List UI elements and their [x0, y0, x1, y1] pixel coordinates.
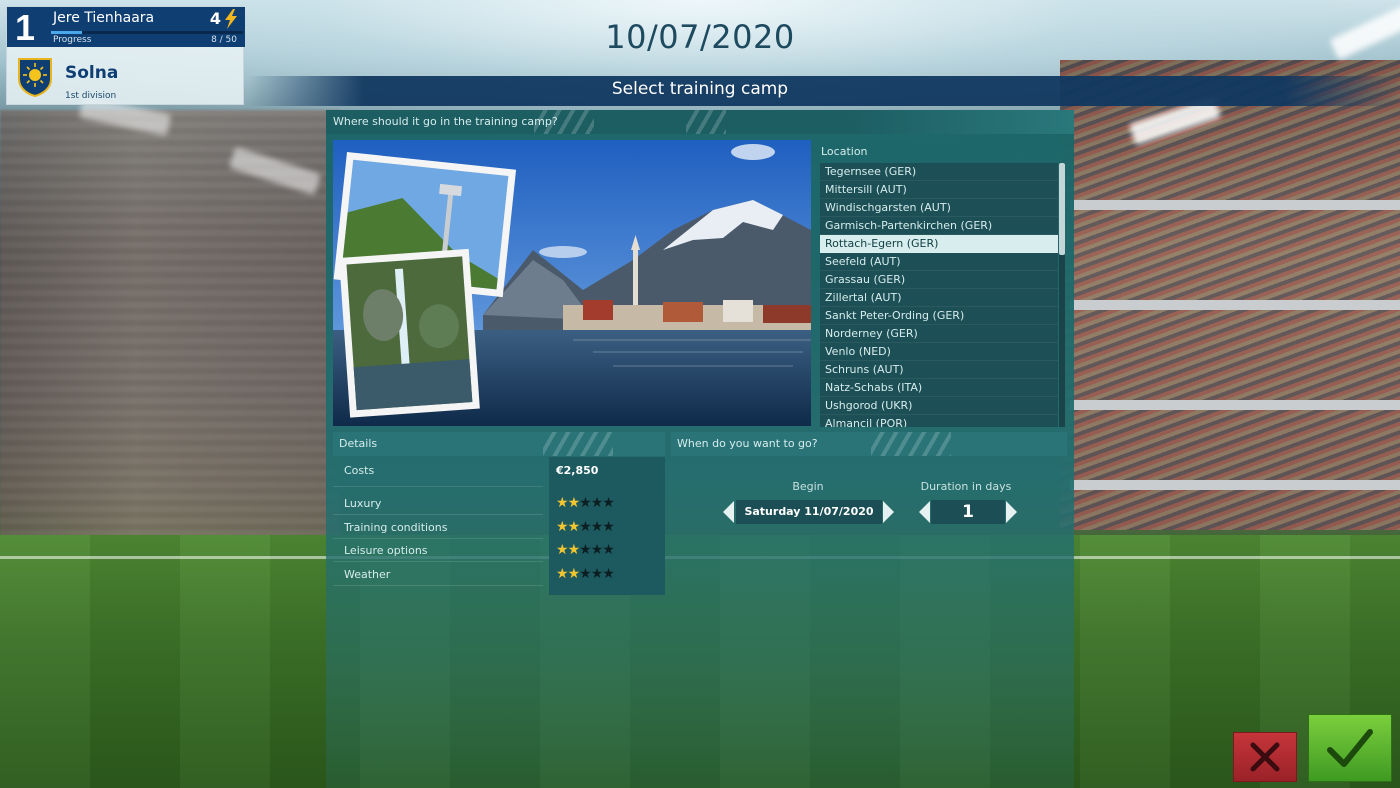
location-item[interactable]: Rottach-Egern (GER) [820, 235, 1058, 253]
duration-picker: 1 [919, 500, 1017, 524]
header-stripes [686, 110, 726, 134]
location-item[interactable]: Natz-Schabs (ITA) [820, 379, 1058, 397]
detail-row-rating: Luxury [333, 493, 543, 515]
costs-value: €2,850 [556, 464, 599, 477]
location-scrollbar[interactable] [1059, 163, 1065, 427]
duration-decrease-arrow-icon[interactable] [919, 501, 930, 523]
star-filled-icon: ★ [556, 542, 569, 558]
star-filled-icon: ★ [567, 565, 581, 582]
x-icon [1250, 742, 1280, 772]
star-empty-icon: ★ [590, 565, 604, 582]
details-table: Costs €2,850 Luxury ★★★★★ Training conditi… [333, 457, 665, 595]
detail-row-costs: Costs [333, 457, 543, 487]
star-filled-icon: ★ [556, 565, 569, 582]
schedule-title: When do you want to go? [677, 437, 818, 450]
star-filled-icon: ★ [567, 542, 581, 558]
star-empty-icon: ★ [602, 495, 615, 511]
star-filled-icon: ★ [556, 495, 569, 511]
details-title: Details [339, 437, 378, 450]
star-empty-icon: ★ [579, 542, 592, 558]
begin-date-value: Saturday 11/07/2020 [736, 500, 882, 524]
training-camp-panel: Where should it go in the training camp? [326, 110, 1074, 788]
begin-label: Begin [792, 480, 824, 493]
star-filled-icon: ★ [567, 495, 581, 511]
details-header [333, 432, 665, 456]
checkmark-icon [1327, 729, 1373, 767]
stand-tier [1070, 400, 1400, 410]
star-filled-icon: ★ [556, 518, 569, 535]
page-title: Select training camp [611, 79, 789, 99]
rating-label: Training conditions [344, 520, 448, 534]
star-filled-icon: ★ [567, 518, 581, 535]
star-empty-icon: ★ [590, 542, 604, 558]
star-empty-icon: ★ [579, 565, 592, 582]
star-empty-icon: ★ [590, 518, 604, 535]
rating-stars: ★★★★★ [556, 542, 615, 558]
stand-tier [1070, 300, 1400, 310]
duration-increase-arrow-icon[interactable] [1006, 501, 1017, 523]
begin-date-picker: Saturday 11/07/2020 [723, 500, 895, 524]
location-item[interactable]: Venlo (NED) [820, 343, 1058, 361]
location-item[interactable]: Windischgarsten (AUT) [820, 199, 1058, 217]
star-empty-icon: ★ [579, 495, 592, 511]
location-scroll-thumb[interactable] [1059, 163, 1065, 255]
detail-row-rating: Weather [333, 564, 543, 586]
location-item[interactable]: Almancil (POR) [820, 415, 1058, 427]
confirm-button[interactable] [1308, 714, 1392, 782]
rating-stars: ★★★★★ [556, 518, 615, 535]
header-stripes [543, 432, 613, 456]
rating-stars: ★★★★★ [556, 495, 615, 511]
costs-label: Costs [344, 464, 375, 477]
rating-label: Luxury [344, 497, 382, 510]
lake-mountain-photo [333, 140, 811, 426]
location-label: Location [821, 145, 868, 158]
panel-question: Where should it go in the training camp? [333, 115, 558, 128]
location-item[interactable]: Sankt Peter-Ording (GER) [820, 307, 1058, 325]
duration-label: Duration in days [920, 480, 1012, 493]
location-item[interactable]: Schruns (AUT) [820, 361, 1058, 379]
right-stand [1060, 60, 1400, 530]
star-empty-icon: ★ [602, 565, 615, 582]
begin-prev-arrow-icon[interactable] [723, 501, 734, 523]
location-item[interactable]: Seefeld (AUT) [820, 253, 1058, 271]
stand-tier [1070, 200, 1400, 210]
location-item[interactable]: Ushgorod (UKR) [820, 397, 1058, 415]
begin-next-arrow-icon[interactable] [883, 501, 894, 523]
location-item[interactable]: Norderney (GER) [820, 325, 1058, 343]
location-item[interactable]: Mittersill (AUT) [820, 181, 1058, 199]
cancel-button[interactable] [1233, 732, 1297, 782]
header-stripes [871, 432, 951, 456]
location-item[interactable]: Garmisch-Partenkirchen (GER) [820, 217, 1058, 235]
stand-tier [1070, 480, 1400, 490]
location-list[interactable]: Tegernsee (GER) Mittersill (AUT) Windischg… [820, 163, 1058, 427]
location-photo [333, 140, 811, 426]
star-empty-icon: ★ [602, 542, 615, 558]
rating-label: Weather [344, 567, 391, 581]
detail-row-rating: Training conditions [333, 517, 543, 539]
rating-label: Leisure options [344, 544, 428, 557]
star-empty-icon: ★ [590, 495, 604, 511]
detail-row-rating: Leisure options [333, 540, 543, 562]
duration-value: 1 [931, 500, 1005, 524]
rating-stars: ★★★★★ [556, 565, 615, 582]
star-empty-icon: ★ [602, 518, 615, 535]
current-date: 10/07/2020 [605, 18, 795, 56]
location-item[interactable]: Zillertal (AUT) [820, 289, 1058, 307]
location-item[interactable]: Tegernsee (GER) [820, 163, 1058, 181]
star-empty-icon: ★ [579, 518, 592, 535]
location-item[interactable]: Grassau (GER) [820, 271, 1058, 289]
